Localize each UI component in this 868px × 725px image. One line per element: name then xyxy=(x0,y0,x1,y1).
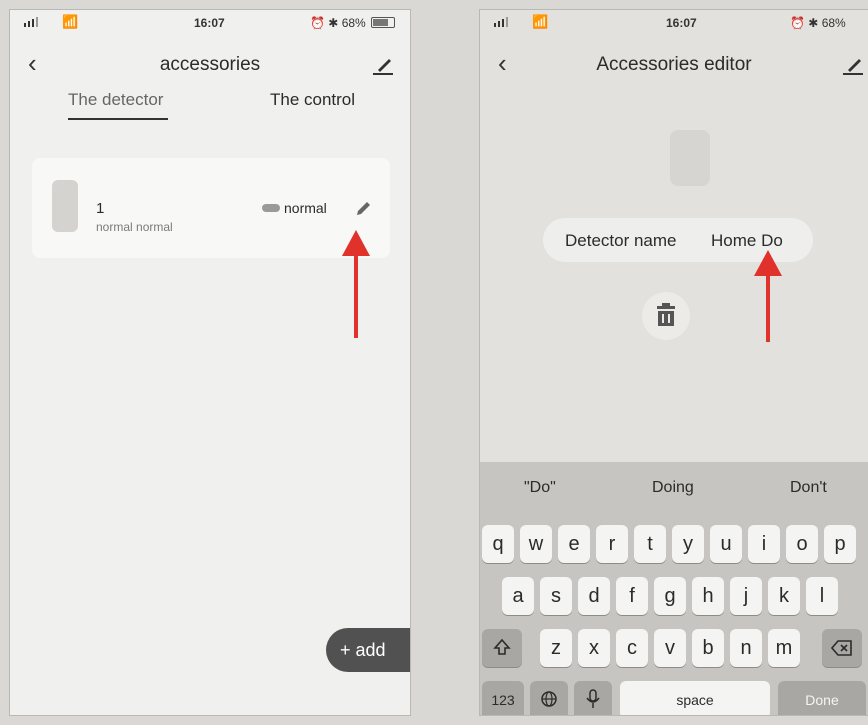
key-r[interactable]: r xyxy=(596,525,628,563)
wifi-icon: 📶 xyxy=(532,14,549,29)
delete-button[interactable] xyxy=(642,292,690,340)
detector-name-label: Detector name xyxy=(565,231,677,250)
battery-icon xyxy=(371,17,396,28)
microphone-icon xyxy=(586,689,600,708)
door-sensor-icon xyxy=(52,180,78,232)
status-time: 16:07 xyxy=(194,16,225,30)
status-bar: 📶 16:07 ⏰ ✱ 68% xyxy=(480,10,868,34)
accessories-screen: 📶 16:07 ⏰ ✱ 68% ‹ accessories The detect… xyxy=(10,10,410,715)
key-h[interactable]: h xyxy=(692,577,724,615)
page-title: Accessories editor xyxy=(596,54,752,75)
backspace-icon xyxy=(830,640,852,656)
shift-key[interactable] xyxy=(482,629,522,667)
key-y[interactable]: y xyxy=(672,525,704,563)
key-i[interactable]: i xyxy=(748,525,780,563)
device-state: normal xyxy=(262,200,327,216)
bluetooth-icon: ✱ xyxy=(328,16,339,30)
key-c[interactable]: c xyxy=(616,629,648,667)
key-d[interactable]: d xyxy=(578,577,610,615)
alarm-icon: ⏰ xyxy=(790,16,805,30)
numbers-key[interactable]: 123 xyxy=(482,681,524,715)
suggestion-bar: "Do" Doing Don't xyxy=(480,462,868,512)
state-pill-icon xyxy=(262,204,280,212)
accessories-editor-screen: 📶 16:07 ⏰ ✱ 68% ‹ Accessories editor Det… xyxy=(480,10,868,715)
key-q[interactable]: q xyxy=(482,525,514,563)
battery-percent: 68% xyxy=(341,16,366,30)
key-k[interactable]: k xyxy=(768,577,800,615)
battery-percent: 68% xyxy=(821,16,846,30)
annotation-arrow-icon xyxy=(754,250,782,342)
suggestion-3[interactable]: Don't xyxy=(790,479,827,497)
device-name: 1 xyxy=(96,200,105,217)
key-f[interactable]: f xyxy=(616,577,648,615)
globe-key[interactable] xyxy=(530,681,568,715)
add-button[interactable]: + add xyxy=(326,628,410,672)
keyboard: "Do" Doing Don't q w e r t y u i o p a s… xyxy=(480,462,868,715)
edit-icon[interactable] xyxy=(370,52,396,78)
wifi-icon: 📶 xyxy=(62,14,79,29)
key-j[interactable]: j xyxy=(730,577,762,615)
key-a[interactable]: a xyxy=(502,577,534,615)
tab-detector[interactable]: The detector xyxy=(68,90,163,110)
navigation-bar: ‹ Accessories editor xyxy=(480,46,868,86)
key-t[interactable]: t xyxy=(634,525,666,563)
globe-icon xyxy=(541,691,557,707)
cellular-signal-icon xyxy=(24,16,38,30)
key-v[interactable]: v xyxy=(654,629,686,667)
key-n[interactable]: n xyxy=(730,629,762,667)
alarm-icon: ⏰ xyxy=(310,16,325,30)
suggestion-2[interactable]: Doing xyxy=(652,479,694,497)
done-key[interactable]: Done xyxy=(778,681,866,715)
key-w[interactable]: w xyxy=(520,525,552,563)
key-z[interactable]: z xyxy=(540,629,572,667)
device-state-label: normal xyxy=(284,200,327,216)
cellular-signal-icon xyxy=(494,16,508,30)
active-tab-indicator xyxy=(68,118,168,120)
battery-indicator: ⏰ ✱ 68% xyxy=(790,16,846,30)
key-b[interactable]: b xyxy=(692,629,724,667)
battery-indicator: ⏰ ✱ 68% xyxy=(310,16,396,30)
key-o[interactable]: o xyxy=(786,525,818,563)
edit-icon[interactable] xyxy=(840,52,866,78)
annotation-arrow-icon xyxy=(342,230,370,338)
detector-image xyxy=(670,130,710,186)
status-time: 16:07 xyxy=(666,16,697,30)
key-g[interactable]: g xyxy=(654,577,686,615)
key-x[interactable]: x xyxy=(578,629,610,667)
key-s[interactable]: s xyxy=(540,577,572,615)
microphone-key[interactable] xyxy=(574,681,612,715)
backspace-key[interactable] xyxy=(822,629,862,667)
key-u[interactable]: u xyxy=(710,525,742,563)
status-bar: 📶 16:07 ⏰ ✱ 68% xyxy=(10,10,410,34)
bluetooth-icon: ✱ xyxy=(808,16,819,30)
key-p[interactable]: p xyxy=(824,525,856,563)
key-m[interactable]: m xyxy=(768,629,800,667)
edit-device-icon[interactable] xyxy=(354,200,372,218)
page-title: accessories xyxy=(159,54,261,75)
key-e[interactable]: e xyxy=(558,525,590,563)
key-l[interactable]: l xyxy=(806,577,838,615)
navigation-bar: ‹ accessories xyxy=(10,46,410,86)
tab-control[interactable]: The control xyxy=(270,90,355,110)
space-key[interactable]: space xyxy=(620,681,770,715)
suggestion-1[interactable]: "Do" xyxy=(524,479,556,497)
device-status: normal normal xyxy=(96,220,173,234)
shift-icon xyxy=(493,638,511,655)
trash-icon xyxy=(657,303,675,326)
tab-bar: The detector The control xyxy=(10,90,410,130)
